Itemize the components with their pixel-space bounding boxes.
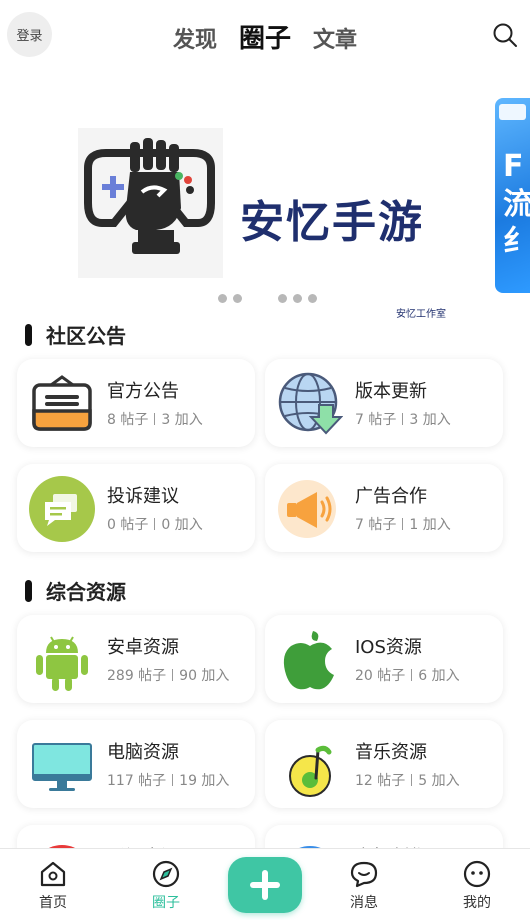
card-stats: 289 帖子 90 加入: [107, 665, 229, 685]
music-note-icon: [289, 745, 332, 797]
card-title: 投诉建议: [107, 486, 179, 507]
carousel-dot[interactable]: [218, 294, 227, 303]
circle-card-version-updates[interactable]: 版本更新 7 帖子 3 加入: [265, 359, 503, 447]
card-stats: 8 帖子 3 加入: [107, 409, 203, 429]
globe-download-icon: [278, 372, 343, 435]
card-title: 广告合作: [355, 486, 427, 507]
gamepad-fist-logo-icon: [78, 128, 223, 278]
post-count: 7 帖子: [355, 517, 397, 533]
circle-card-music[interactable]: 音乐资源 12 帖子 5 加入: [265, 720, 503, 808]
join-count: 5 加入: [418, 773, 460, 789]
join-count: 3 加入: [161, 412, 203, 428]
join-count: 19 加入: [179, 773, 230, 789]
nav-circle[interactable]: 圈子: [136, 859, 196, 912]
banner-slide[interactable]: 安忆手游 安忆工作室: [78, 118, 458, 320]
profile-icon: [463, 860, 491, 888]
section-marker: [25, 323, 32, 346]
post-count: 117 帖子: [107, 773, 167, 789]
carousel-dot[interactable]: [233, 294, 242, 303]
top-header: 登录 发现 圈子 文章: [0, 0, 530, 75]
post-count: 289 帖子: [107, 668, 167, 684]
card-title: 版本更新: [355, 381, 427, 402]
carousel-dot[interactable]: [278, 294, 287, 303]
join-count: 3 加入: [409, 412, 451, 428]
circle-card-complaints[interactable]: 投诉建议 0 帖子 0 加入: [17, 464, 255, 552]
banner-next-slide[interactable]: F 流 纟: [495, 98, 530, 293]
banner-carousel[interactable]: 安忆手游 安忆工作室 F 流 纟: [0, 98, 530, 320]
add-post-button[interactable]: [228, 857, 302, 913]
post-count: 8 帖子: [107, 412, 149, 428]
nav-messages[interactable]: 消息: [334, 859, 394, 912]
card-stats: 0 帖子 0 加入: [107, 514, 203, 534]
bottom-navigation: 首页 圈子 消息 我的: [0, 848, 530, 920]
circle-card-ios[interactable]: IOS资源 20 帖子 6 加入: [265, 615, 503, 703]
stat-divider: [402, 413, 404, 425]
apple-icon: [283, 631, 334, 690]
card-stats: 20 帖子 6 加入: [355, 665, 460, 685]
top-tabs: 发现 圈子 文章: [0, 18, 530, 55]
banner-next-slide-text: F 流 纟: [503, 149, 530, 259]
post-count: 20 帖子: [355, 668, 406, 684]
stat-divider: [411, 669, 413, 681]
post-count: 12 帖子: [355, 773, 406, 789]
stat-divider: [154, 413, 156, 425]
nav-home[interactable]: 首页: [23, 859, 83, 912]
post-count: 0 帖子: [107, 517, 149, 533]
section-marker: [25, 579, 32, 602]
home-icon: [40, 861, 66, 887]
android-icon: [36, 636, 88, 691]
card-stats: 117 帖子 19 加入: [107, 770, 229, 790]
plus-icon: [250, 870, 280, 900]
tab-articles[interactable]: 文章: [313, 22, 357, 54]
card-stats: 7 帖子 3 加入: [355, 409, 451, 429]
inbox-icon: [32, 375, 92, 431]
megaphone-icon: [278, 480, 336, 538]
stat-divider: [172, 669, 174, 681]
chat-bubble-icon: [29, 476, 95, 542]
circle-card-android[interactable]: 安卓资源 289 帖子 90 加入: [17, 615, 255, 703]
tab-discover[interactable]: 发现: [173, 22, 217, 54]
carrier-logo: [499, 104, 526, 120]
nav-profile[interactable]: 我的: [447, 859, 507, 912]
card-title: 电脑资源: [107, 742, 179, 763]
card-title: 官方公告: [107, 381, 179, 402]
section-title-text: 综合资源: [46, 580, 126, 604]
circle-card-official-announcements[interactable]: 官方公告 8 帖子 3 加入: [17, 359, 255, 447]
banner-studio-label: 安忆工作室: [396, 309, 446, 320]
card-title: 音乐资源: [355, 742, 427, 763]
card-stats: 7 帖子 1 加入: [355, 514, 451, 534]
section-title-text: 社区公告: [46, 324, 126, 348]
banner-title: 安忆手游: [240, 197, 424, 248]
circle-card-pc[interactable]: 电脑资源 117 帖子 19 加入: [17, 720, 255, 808]
section-title-announcements: 社区公告: [25, 320, 126, 349]
nav-label: 圈子: [152, 895, 180, 911]
carousel-dot[interactable]: [293, 294, 302, 303]
compass-icon: [152, 860, 180, 888]
stat-divider: [154, 518, 156, 530]
card-title: 安卓资源: [107, 637, 179, 658]
section-title-resources: 综合资源: [25, 576, 126, 605]
card-stats: 12 帖子 5 加入: [355, 770, 460, 790]
join-count: 6 加入: [418, 668, 460, 684]
nav-label: 首页: [39, 895, 67, 911]
carousel-dot[interactable]: [308, 294, 317, 303]
stat-divider: [402, 518, 404, 530]
join-count: 0 加入: [161, 517, 203, 533]
search-icon[interactable]: [492, 22, 518, 48]
join-count: 1 加入: [409, 517, 451, 533]
post-count: 7 帖子: [355, 412, 397, 428]
tab-circle[interactable]: 圈子: [239, 18, 291, 55]
join-count: 90 加入: [179, 668, 230, 684]
stat-divider: [411, 774, 413, 786]
circle-card-ad-cooperation[interactable]: 广告合作 7 帖子 1 加入: [265, 464, 503, 552]
monitor-icon: [32, 743, 92, 791]
message-icon: [350, 861, 378, 888]
nav-label: 我的: [463, 895, 491, 911]
card-title: IOS资源: [355, 637, 422, 658]
nav-label: 消息: [350, 895, 378, 911]
stat-divider: [172, 774, 174, 786]
